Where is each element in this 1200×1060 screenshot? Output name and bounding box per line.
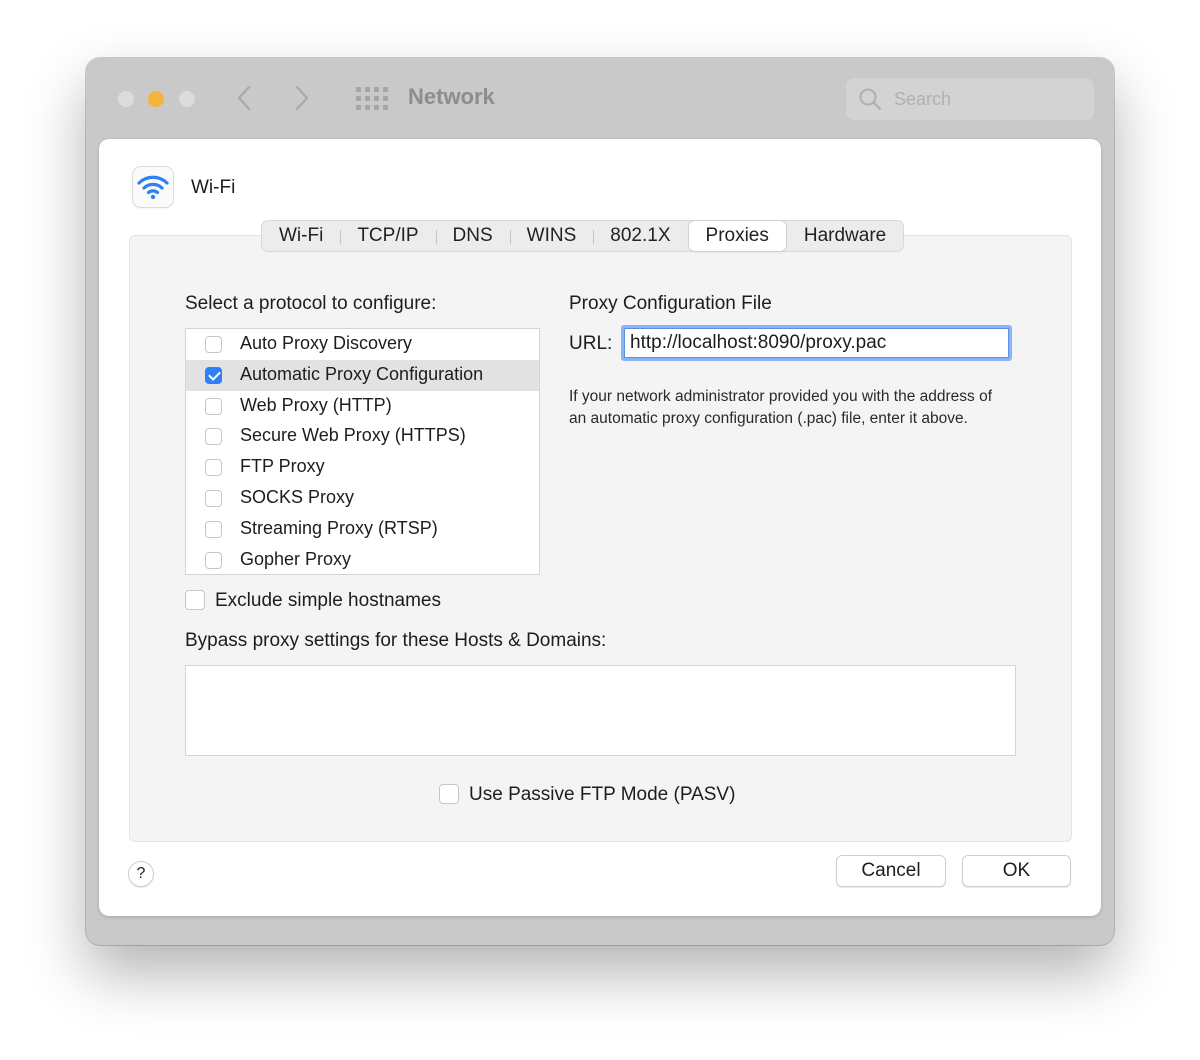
protocol-item-auto-proxy-discovery[interactable]: Auto Proxy Discovery bbox=[186, 329, 539, 360]
exclude-simple-hostnames-label: Exclude simple hostnames bbox=[215, 590, 441, 611]
tab-tcpip[interactable]: TCP/IP bbox=[340, 221, 435, 251]
exclude-simple-hostnames-checkbox[interactable] bbox=[185, 590, 205, 610]
tab-wins[interactable]: WINS bbox=[509, 221, 594, 251]
protocol-label: Auto Proxy Discovery bbox=[240, 333, 413, 353]
tab-hardware[interactable]: Hardware bbox=[787, 221, 903, 251]
close-window-button[interactable] bbox=[118, 91, 134, 107]
cancel-button[interactable]: Cancel bbox=[836, 855, 946, 887]
bypass-hosts-textarea[interactable] bbox=[185, 665, 1016, 756]
url-label: URL: bbox=[569, 333, 613, 354]
wifi-icon bbox=[137, 175, 169, 200]
protocol-label: Secure Web Proxy (HTTPS) bbox=[240, 425, 466, 446]
tab-proxies[interactable]: Proxies bbox=[688, 221, 786, 251]
protocol-label: Web Proxy (HTTP) bbox=[240, 394, 392, 415]
protocol-item-secure-web-proxy[interactable]: Secure Web Proxy (HTTPS) bbox=[186, 421, 539, 452]
forward-button[interactable] bbox=[294, 84, 310, 117]
protocol-item-web-proxy[interactable]: Web Proxy (HTTP) bbox=[186, 391, 539, 422]
protocol-label: FTP Proxy bbox=[240, 456, 325, 477]
help-button[interactable]: ? bbox=[128, 861, 154, 887]
checkbox-checked[interactable] bbox=[205, 366, 222, 384]
tab-dns[interactable]: DNS bbox=[435, 221, 510, 251]
protocol-label: Automatic Proxy Configuration bbox=[240, 363, 484, 384]
show-all-grid-icon[interactable] bbox=[356, 87, 388, 111]
checkbox[interactable] bbox=[205, 397, 222, 415]
search-field[interactable]: Search bbox=[846, 78, 1094, 120]
checkbox[interactable] bbox=[205, 428, 222, 446]
minimize-window-button[interactable] bbox=[148, 91, 164, 107]
checkbox[interactable] bbox=[205, 551, 222, 569]
service-name: Wi-Fi bbox=[191, 177, 236, 198]
window-title: Network bbox=[408, 84, 495, 109]
tab-bar: Wi-Fi TCP/IP DNS WINS 802.1X Proxies Har… bbox=[261, 220, 905, 252]
protocol-list: Auto Proxy Discovery Automatic Proxy Con… bbox=[185, 328, 540, 575]
protocol-label: Streaming Proxy (RTSP) bbox=[240, 517, 438, 538]
checkbox[interactable] bbox=[205, 336, 222, 353]
checkbox[interactable] bbox=[205, 459, 222, 477]
chevron-left-icon bbox=[237, 85, 251, 111]
url-input[interactable] bbox=[621, 325, 1012, 361]
search-placeholder: Search bbox=[894, 89, 952, 109]
protocol-list-title: Select a protocol to configure: bbox=[185, 293, 437, 314]
proxy-config-file-title: Proxy Configuration File bbox=[569, 293, 772, 314]
passive-ftp-checkbox[interactable] bbox=[439, 784, 459, 804]
tab-8021x[interactable]: 802.1X bbox=[593, 221, 687, 251]
passive-ftp-label: Use Passive FTP Mode (PASV) bbox=[469, 784, 736, 805]
ok-button[interactable]: OK bbox=[962, 855, 1071, 887]
checkbox[interactable] bbox=[205, 489, 222, 507]
bypass-title: Bypass proxy settings for these Hosts & … bbox=[185, 630, 607, 651]
checkbox[interactable] bbox=[205, 520, 222, 538]
proxies-sheet: Wi-Fi Wi-Fi TCP/IP DNS WINS 802.1X Proxi… bbox=[99, 139, 1101, 916]
wifi-service-icon bbox=[133, 167, 173, 207]
chevron-right-icon bbox=[295, 85, 309, 111]
back-button[interactable] bbox=[236, 84, 252, 117]
url-help-text: If your network administrator provided y… bbox=[569, 388, 993, 427]
zoom-window-button[interactable] bbox=[179, 91, 195, 107]
search-icon bbox=[859, 88, 882, 111]
protocol-label: Gopher Proxy bbox=[240, 548, 352, 569]
protocol-item-socks-proxy[interactable]: SOCKS Proxy bbox=[186, 483, 539, 514]
protocol-item-ftp-proxy[interactable]: FTP Proxy bbox=[186, 452, 539, 483]
tab-wifi[interactable]: Wi-Fi bbox=[262, 221, 340, 251]
protocol-item-gopher-proxy[interactable]: Gopher Proxy bbox=[186, 545, 539, 576]
protocol-item-automatic-proxy-configuration[interactable]: Automatic Proxy Configuration bbox=[186, 359, 539, 391]
protocol-label: SOCKS Proxy bbox=[240, 486, 355, 507]
title-bar: Network Search bbox=[86, 58, 1114, 140]
protocol-item-streaming-proxy[interactable]: Streaming Proxy (RTSP) bbox=[186, 514, 539, 545]
